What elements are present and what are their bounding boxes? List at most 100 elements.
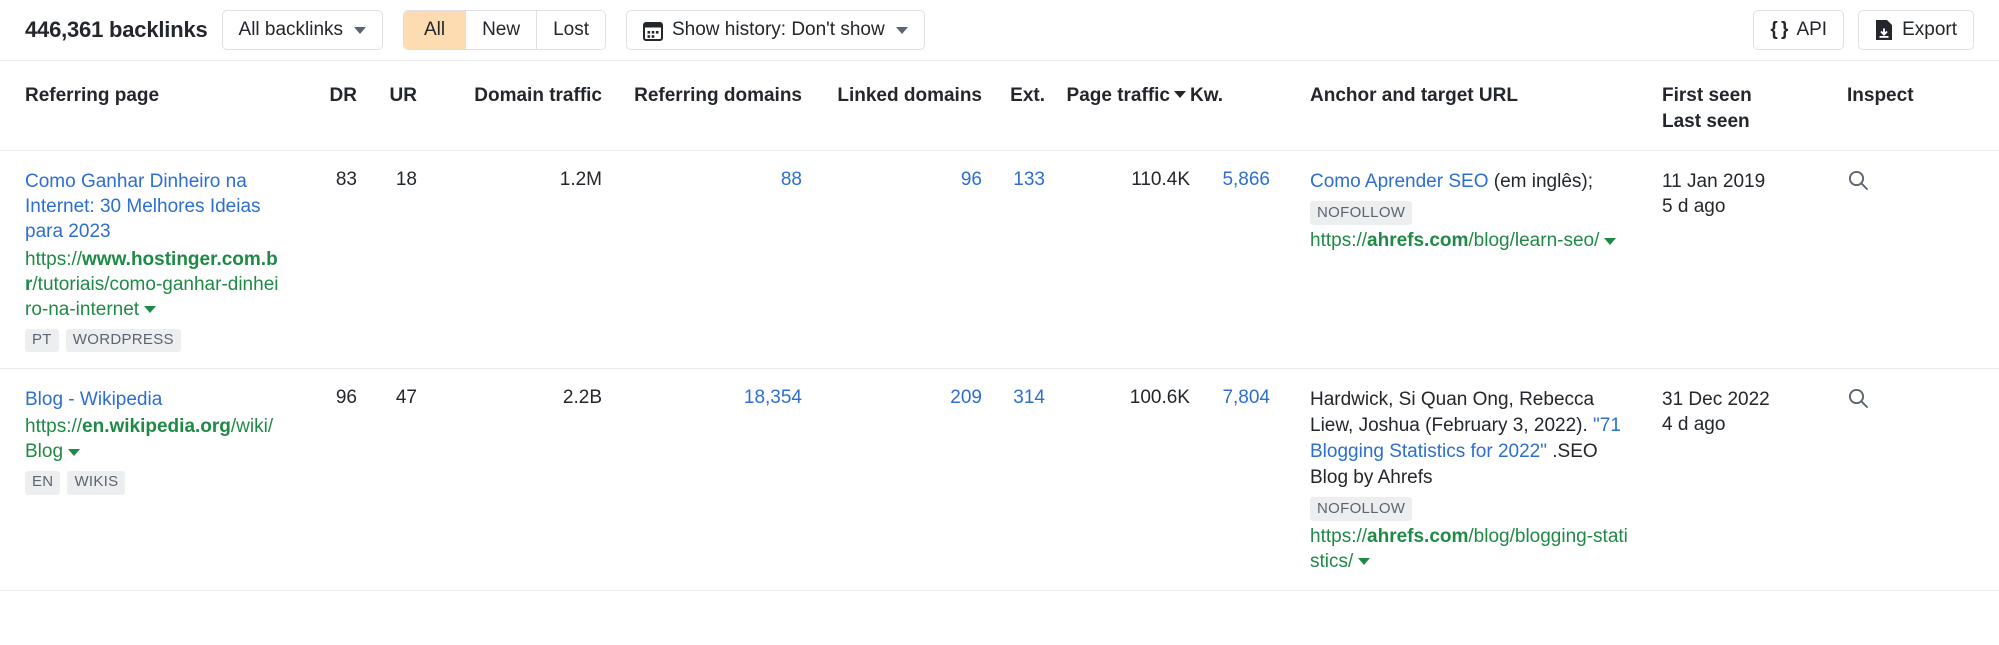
referring-domains-link[interactable]: 18,354 bbox=[744, 387, 802, 408]
segment-all[interactable]: All bbox=[404, 11, 466, 49]
column-header-anchor-and-target-url[interactable]: Anchor and target URL bbox=[1270, 83, 1650, 109]
kw-link[interactable]: 7,804 bbox=[1222, 387, 1270, 408]
column-header-last-seen-label: Last seen bbox=[1662, 109, 1825, 135]
magnifier-icon[interactable] bbox=[1847, 387, 1869, 415]
show-history-label: Show history: Don't show bbox=[672, 19, 885, 41]
inspect-cell bbox=[1825, 169, 1925, 197]
first-last-seen-cell: 31 Dec 2022 4 d ago bbox=[1650, 387, 1825, 437]
url-scheme: https:// bbox=[25, 249, 82, 270]
column-header-referring-page[interactable]: Referring page bbox=[25, 83, 295, 109]
target-url-scheme: https:// bbox=[1310, 230, 1367, 251]
anchor-and-target-cell: Como Aprender SEO (em inglês); NOFOLLOW … bbox=[1270, 169, 1650, 253]
referring-page-title-link[interactable]: Blog - Wikipedia bbox=[25, 389, 162, 410]
linked-domains-link[interactable]: 209 bbox=[950, 387, 982, 408]
linked-domains-cell: 209 bbox=[802, 387, 982, 409]
domain-traffic-value: 1.2M bbox=[417, 169, 602, 191]
page-traffic-value: 110.4K bbox=[1045, 169, 1190, 191]
table-row: Como Ganhar Dinheiro na Internet: 30 Mel… bbox=[0, 151, 1999, 369]
column-header-inspect: Inspect bbox=[1825, 83, 1925, 109]
ext-link[interactable]: 314 bbox=[1013, 387, 1045, 408]
kw-link[interactable]: 5,866 bbox=[1222, 169, 1270, 190]
calendar-icon bbox=[643, 20, 663, 41]
magnifier-icon[interactable] bbox=[1847, 169, 1869, 197]
api-button-label: API bbox=[1796, 19, 1827, 41]
referring-page-url[interactable]: https://en.wikipedia.org/wiki/Blog bbox=[25, 416, 273, 462]
segment-new[interactable]: New bbox=[466, 11, 537, 49]
kw-cell: 7,804 bbox=[1190, 387, 1270, 409]
code-braces-icon: { } bbox=[1770, 19, 1787, 41]
ext-link[interactable]: 133 bbox=[1013, 169, 1045, 190]
referring-domains-cell: 88 bbox=[602, 169, 802, 191]
toolbar: 446,361 backlinks All backlinks All New … bbox=[0, 0, 1999, 60]
column-header-dr[interactable]: DR bbox=[295, 83, 357, 109]
all-backlinks-dropdown[interactable]: All backlinks bbox=[222, 10, 384, 50]
inspect-cell bbox=[1825, 387, 1925, 415]
ext-cell: 133 bbox=[982, 169, 1045, 191]
ur-value: 47 bbox=[357, 387, 417, 409]
table-header-row: Referring page DR UR Domain traffic Refe… bbox=[0, 61, 1999, 151]
api-button[interactable]: { } API bbox=[1753, 10, 1844, 50]
backlinks-table: Referring page DR UR Domain traffic Refe… bbox=[0, 60, 1999, 591]
toolbar-right-actions: { } API Export bbox=[1753, 10, 1974, 50]
referring-page-cell: Blog - Wikipedia https://en.wikipedia.or… bbox=[25, 387, 295, 495]
anchor-text: Como Aprender SEO (em inglês); bbox=[1310, 169, 1636, 195]
target-url-domain: ahrefs.com bbox=[1367, 230, 1468, 251]
column-header-ur[interactable]: UR bbox=[357, 83, 417, 109]
badge-platform: WIKIS bbox=[67, 471, 125, 495]
target-url[interactable]: https://ahrefs.com/blog/learn-seo/ bbox=[1310, 230, 1599, 251]
ur-value: 18 bbox=[357, 169, 417, 191]
url-dropdown-icon[interactable] bbox=[68, 449, 80, 456]
column-header-referring-domains[interactable]: Referring domains bbox=[602, 83, 802, 109]
target-url-dropdown-icon[interactable] bbox=[1604, 238, 1616, 245]
target-url-path: /blog/learn-seo/ bbox=[1468, 230, 1599, 251]
anchor-prefix: Hardwick, Si Quan Ong, Rebecca Liew, Jos… bbox=[1310, 389, 1594, 436]
last-seen-value: 5 d ago bbox=[1662, 194, 1825, 219]
status-segmented-control: All New Lost bbox=[403, 10, 606, 50]
target-url-domain: ahrefs.com bbox=[1367, 526, 1468, 547]
column-header-kw[interactable]: Kw. bbox=[1190, 83, 1270, 109]
sort-descending-icon bbox=[1174, 91, 1186, 98]
badge-language: PT bbox=[25, 329, 59, 353]
show-history-dropdown[interactable]: Show history: Don't show bbox=[626, 10, 925, 50]
export-button[interactable]: Export bbox=[1858, 10, 1974, 50]
kw-cell: 5,866 bbox=[1190, 169, 1270, 191]
first-seen-value: 11 Jan 2019 bbox=[1662, 169, 1825, 194]
first-seen-value: 31 Dec 2022 bbox=[1662, 387, 1825, 412]
referring-page-badges: EN WIKIS bbox=[25, 471, 283, 495]
column-header-linked-domains[interactable]: Linked domains bbox=[802, 83, 982, 109]
linked-domains-cell: 96 bbox=[802, 169, 982, 191]
referring-domains-link[interactable]: 88 bbox=[781, 169, 802, 190]
table-row: Blog - Wikipedia https://en.wikipedia.or… bbox=[0, 369, 1999, 590]
target-url-dropdown-icon[interactable] bbox=[1358, 558, 1370, 565]
url-domain: en.wikipedia.org bbox=[82, 416, 231, 437]
column-header-first-seen-label: First seen bbox=[1662, 83, 1825, 109]
dr-value: 96 bbox=[295, 387, 357, 409]
domain-traffic-value: 2.2B bbox=[417, 387, 602, 409]
backlinks-count: 446,361 backlinks bbox=[25, 17, 208, 43]
file-download-icon bbox=[1875, 19, 1893, 41]
linked-domains-link[interactable]: 96 bbox=[961, 169, 982, 190]
referring-page-title-link[interactable]: Como Ganhar Dinheiro na Internet: 30 Mel… bbox=[25, 171, 261, 242]
column-header-ext[interactable]: Ext. bbox=[982, 83, 1045, 109]
referring-domains-cell: 18,354 bbox=[602, 387, 802, 409]
rel-badge-nofollow: NOFOLLOW bbox=[1310, 497, 1412, 521]
badge-platform: WORDPRESS bbox=[66, 329, 181, 353]
anchor-and-target-cell: Hardwick, Si Quan Ong, Rebecca Liew, Jos… bbox=[1270, 387, 1650, 573]
dr-value: 83 bbox=[295, 169, 357, 191]
last-seen-value: 4 d ago bbox=[1662, 412, 1825, 437]
anchor-link[interactable]: Como Aprender SEO bbox=[1310, 171, 1488, 192]
badge-language: EN bbox=[25, 471, 60, 495]
referring-page-badges: PT WORDPRESS bbox=[25, 329, 283, 353]
all-backlinks-dropdown-label: All backlinks bbox=[239, 19, 344, 41]
segment-lost[interactable]: Lost bbox=[537, 11, 605, 49]
rel-badge-nofollow: NOFOLLOW bbox=[1310, 201, 1412, 225]
first-last-seen-cell: 11 Jan 2019 5 d ago bbox=[1650, 169, 1825, 219]
target-url-scheme: https:// bbox=[1310, 526, 1367, 547]
anchor-text: Hardwick, Si Quan Ong, Rebecca Liew, Jos… bbox=[1310, 387, 1636, 490]
column-header-page-traffic[interactable]: Page traffic bbox=[1045, 83, 1190, 109]
column-header-domain-traffic[interactable]: Domain traffic bbox=[417, 83, 602, 109]
referring-page-cell: Como Ganhar Dinheiro na Internet: 30 Mel… bbox=[25, 169, 295, 352]
column-header-first-seen[interactable]: First seen Last seen bbox=[1650, 83, 1825, 134]
url-dropdown-icon[interactable] bbox=[144, 306, 156, 313]
chevron-down-icon bbox=[896, 27, 908, 34]
